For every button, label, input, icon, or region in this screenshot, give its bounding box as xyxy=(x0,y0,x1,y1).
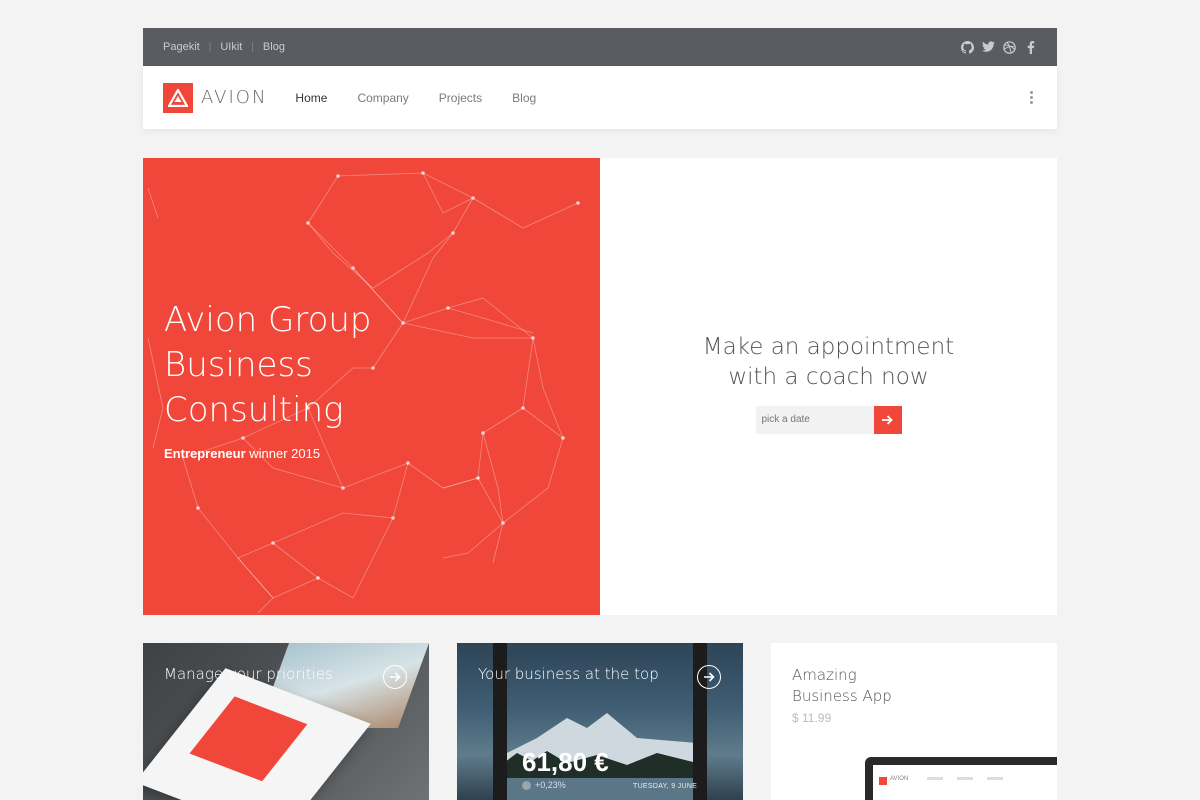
app-price: $ 11.99 xyxy=(792,711,832,725)
top-links: Pagekit | UIkit | Blog xyxy=(163,41,285,53)
appointment-panel: Make an appointment with a coach now xyxy=(600,158,1057,615)
top-link-pagekit[interactable]: Pagekit xyxy=(163,41,200,53)
trend-icon xyxy=(522,780,531,790)
nav-item-projects[interactable]: Projects xyxy=(439,91,482,105)
social-links xyxy=(961,40,1037,54)
hero-title: Avion Group Business Consulting xyxy=(164,300,372,430)
top-link-uikit[interactable]: UIkit xyxy=(220,41,242,53)
nav-item-home[interactable]: Home xyxy=(295,91,327,105)
submit-date-button[interactable] xyxy=(873,405,902,434)
nav-item-blog[interactable]: Blog xyxy=(512,91,536,105)
arrow-right-circle-icon[interactable] xyxy=(383,665,407,689)
logo-mark-icon xyxy=(163,82,193,113)
date-picker-input[interactable] xyxy=(755,405,874,434)
device-brand: AVION xyxy=(890,776,909,782)
appointment-heading: Make an appointment with a coach now xyxy=(702,333,955,390)
logo-text: AVION xyxy=(201,87,268,108)
twitter-icon[interactable] xyxy=(982,41,995,54)
facebook-icon[interactable] xyxy=(1024,40,1037,54)
balance-amount: 61,80 € xyxy=(522,747,609,777)
dribbble-icon[interactable] xyxy=(1003,40,1016,54)
hero-subtitle: Entrepreneur winner 2015 xyxy=(164,446,321,461)
appointment-form xyxy=(755,405,902,434)
top-link-blog[interactable]: Blog xyxy=(263,41,285,53)
top-bar: Pagekit | UIkit | Blog xyxy=(143,28,1057,66)
card-title: Amazing Business App xyxy=(792,666,892,705)
github-icon[interactable] xyxy=(961,40,974,54)
arrow-right-circle-icon[interactable] xyxy=(697,665,721,689)
card-business-top[interactable]: Your business at the top 61,80 € +0,23% … xyxy=(457,643,743,800)
card-business-app[interactable]: Amazing Business App $ 11.99 AVION xyxy=(771,643,1057,800)
main-nav: Home Company Projects Blog xyxy=(295,91,536,105)
card-manage-priorities[interactable]: Manage your priorities xyxy=(143,643,429,800)
hero-section: Avion Group Business Consulting Entrepre… xyxy=(143,158,1057,615)
nav-item-company[interactable]: Company xyxy=(357,91,408,105)
arrow-right-icon xyxy=(882,414,893,425)
balance-date: TUESDAY, 9 JUNE xyxy=(633,783,698,790)
logo[interactable]: AVION xyxy=(163,82,268,113)
balance-change: +0,23% xyxy=(522,780,566,790)
divider: | xyxy=(251,41,254,53)
device-mockup-image: AVION xyxy=(865,757,1057,800)
hero-banner: Avion Group Business Consulting Entrepre… xyxy=(143,158,600,615)
navbar: AVION Home Company Projects Blog xyxy=(143,66,1057,129)
card-title: Manage your priorities xyxy=(164,665,333,683)
divider: | xyxy=(208,41,212,53)
more-vertical-icon[interactable] xyxy=(1026,87,1037,108)
card-title: Your business at the top xyxy=(478,665,659,683)
device-logo-icon xyxy=(879,777,887,785)
